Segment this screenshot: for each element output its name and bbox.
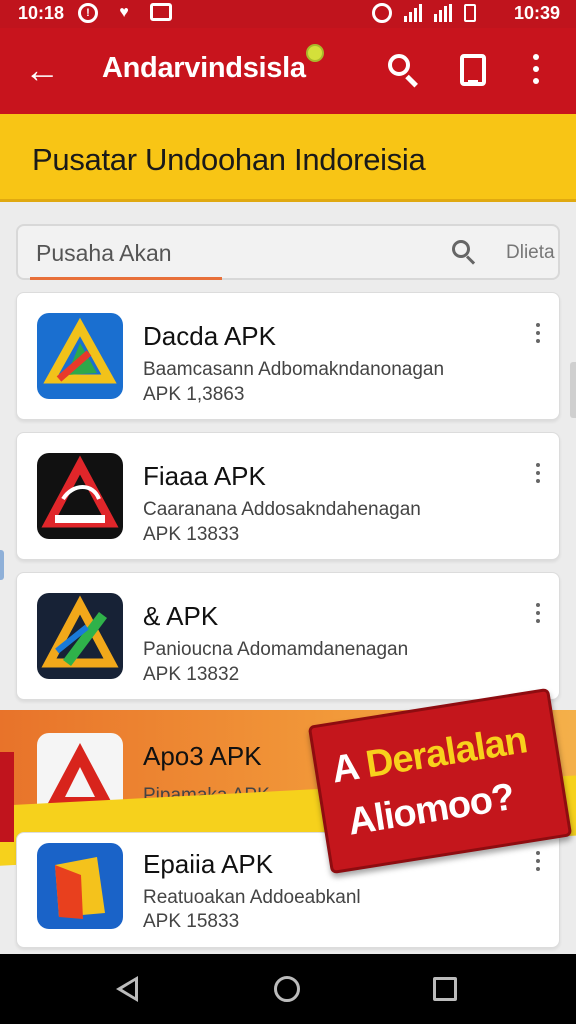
app-icon — [37, 453, 123, 539]
edge-panel-handle[interactable] — [0, 550, 4, 580]
app-name: Fiaaa APK — [143, 461, 266, 491]
heart-icon: ♥ — [119, 4, 129, 21]
page-title: Pusatar Undoohan Indoreisia — [32, 142, 426, 177]
app-name: & APK — [143, 601, 219, 631]
more-options-icon[interactable] — [533, 463, 543, 487]
notification-icon: ! — [78, 3, 98, 23]
app-icon — [37, 593, 123, 679]
nav-back-icon[interactable] — [116, 976, 138, 1002]
app-version: APK 1,3863 — [143, 384, 245, 405]
app-title: Andarvindsisla — [102, 52, 306, 84]
app-description: Baamcasann Adbomakndanonagan — [143, 359, 445, 380]
app-icon — [37, 843, 123, 929]
battery-icon — [464, 4, 476, 22]
list-item[interactable]: & APK Panioucna Adomamdanenagan APK 1383… — [16, 572, 560, 700]
wifi-signal-icon — [404, 4, 422, 22]
app-description: Reatuoakan Addoeabkanl — [143, 887, 361, 908]
app-icon — [37, 313, 123, 399]
system-nav-bar — [0, 954, 576, 1024]
app-version: APK 13832 — [143, 664, 240, 685]
nav-recents-icon[interactable] — [433, 977, 457, 1001]
promo-ribbon — [0, 752, 14, 842]
app-name: Dacda APK — [143, 321, 276, 351]
app-description: Caaranana Addosakndahenagan — [143, 499, 421, 520]
promo-line-1-prefix: A — [328, 746, 361, 792]
app-name: Apo3 APK — [143, 741, 262, 771]
app-version: APK 15833 — [143, 911, 240, 932]
scroll-handle[interactable] — [570, 362, 576, 418]
app-bar: ← Andarvindsisla — [0, 28, 576, 114]
page-banner: Pusatar Undoohan Indoreisia — [0, 114, 576, 202]
more-options-icon[interactable] — [533, 851, 543, 875]
nav-home-icon[interactable] — [274, 976, 300, 1002]
title-badge-icon — [306, 44, 324, 62]
clock-icon — [372, 3, 392, 23]
bookmark-icon[interactable] — [460, 54, 486, 86]
search-bar-icon[interactable] — [452, 240, 478, 266]
app-version: APK 13833 — [143, 524, 240, 545]
app-description: Panioucna Adomamdanenagan — [143, 639, 409, 660]
search-focus-underline — [30, 277, 222, 280]
search-icon[interactable] — [386, 52, 422, 88]
more-options-icon[interactable] — [533, 603, 543, 627]
search-input[interactable]: Pusaha Akan — [36, 240, 172, 267]
status-time-left: 10:18 — [18, 3, 65, 23]
search-bar[interactable]: Pusaha Akan Dlieta — [16, 224, 560, 280]
signal-icon — [434, 4, 452, 22]
status-bar: 10:18 ! ♥ 10:39 — [0, 0, 576, 28]
search-action-button[interactable]: Dlieta — [506, 242, 555, 264]
more-vert-icon[interactable] — [528, 54, 544, 86]
more-options-icon[interactable] — [533, 323, 543, 347]
back-arrow-icon[interactable]: ← — [24, 50, 64, 90]
app-name: Epaiia APK — [143, 849, 274, 879]
message-icon — [150, 3, 172, 21]
list-item[interactable]: Dacda APK Baamcasann Adbomakndanonagan A… — [16, 292, 560, 420]
status-time-right: 10:39 — [513, 3, 560, 23]
list-item[interactable]: Fiaaa APK Caaranana Addosakndahenagan AP… — [16, 432, 560, 560]
